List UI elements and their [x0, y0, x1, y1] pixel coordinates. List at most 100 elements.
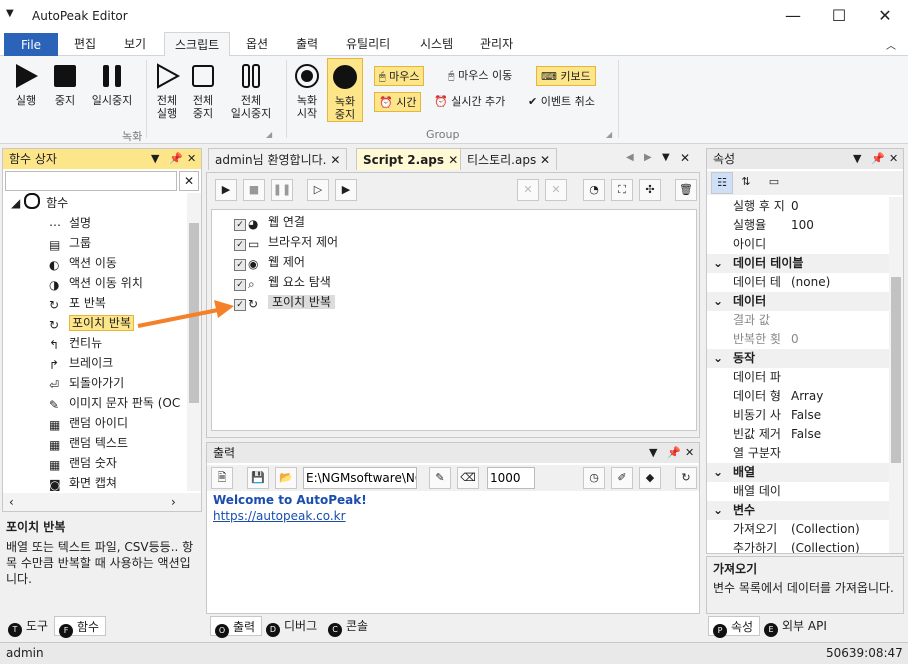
- dropdown-icon[interactable]: ▼: [151, 149, 159, 169]
- property-category[interactable]: ⌄ 배열: [707, 463, 889, 482]
- properties-scrollbar[interactable]: [889, 197, 903, 553]
- property-category[interactable]: ⌄ 데이터: [707, 292, 889, 311]
- expand-icon[interactable]: ◢: [11, 196, 20, 210]
- script-item-web-connect[interactable]: ✓ ◕ 웹 연결: [234, 212, 338, 232]
- checkbox[interactable]: ✓: [234, 279, 246, 291]
- close-tab-icon[interactable]: ✕: [540, 153, 550, 167]
- keyboard-toggle[interactable]: ⌨ 키보드: [536, 66, 596, 86]
- property-row[interactable]: 반복한 횟 0: [707, 330, 889, 349]
- property-category[interactable]: ⌄ 변수: [707, 501, 889, 520]
- function-search-input[interactable]: [5, 171, 177, 191]
- tree-item-ocr[interactable]: ✎ 이미지 문자 판독 (OC: [3, 393, 187, 413]
- property-row[interactable]: 비동기 사 False: [707, 406, 889, 425]
- property-value[interactable]: 0: [791, 197, 799, 216]
- property-category[interactable]: ⌄ 동작: [707, 349, 889, 368]
- tree-item-group[interactable]: ▤ 그룹: [3, 233, 187, 253]
- property-row[interactable]: 가져오기 (Collection): [707, 520, 889, 539]
- tab-external-api[interactable]: E 외부 API: [760, 616, 833, 637]
- tree-item-random-id[interactable]: ▦ 랜덤 아이디: [3, 413, 187, 433]
- script-item-web-control[interactable]: ✓ ◉ 웹 제어: [234, 252, 338, 272]
- dropdown-icon[interactable]: ▼: [649, 443, 657, 463]
- clock-icon[interactable]: ◷: [583, 467, 605, 489]
- tree-hscrollbar[interactable]: ‹ ›: [3, 493, 201, 511]
- checkbox[interactable]: ✓: [234, 259, 246, 271]
- close-icon[interactable]: ✕: [889, 149, 898, 169]
- realtime-add-button[interactable]: ⏰ 실시간 추가: [430, 92, 509, 112]
- property-row[interactable]: 데이터 파: [707, 368, 889, 387]
- tab-list-icon[interactable]: ▼: [662, 152, 670, 163]
- property-value[interactable]: (none): [791, 273, 830, 292]
- doc-tab-script2[interactable]: Script 2.aps ✕: [356, 148, 466, 170]
- pause-button[interactable]: 일시중지: [84, 62, 140, 107]
- run-step-button[interactable]: ▶: [335, 179, 357, 201]
- tab-options[interactable]: 옵션: [236, 32, 278, 56]
- sort-alpha-icon[interactable]: ⇅: [735, 172, 757, 194]
- eraser-icon[interactable]: ⌫: [457, 467, 479, 489]
- mouse-toggle[interactable]: 🖱 마우스: [374, 66, 425, 86]
- property-row[interactable]: 실행율 100: [707, 216, 889, 235]
- disable-button[interactable]: ✕: [517, 179, 539, 201]
- script-item-web-element-search[interactable]: ✓ ⌕ 웹 요소 탐색: [234, 272, 338, 292]
- pause-all-button[interactable]: 전체 일시중지: [222, 62, 280, 120]
- doc-tab-tistory[interactable]: 티스토리.aps ✕: [460, 148, 558, 170]
- expand-icon[interactable]: ⛶: [611, 179, 633, 201]
- tab-edit[interactable]: 편집: [64, 32, 106, 56]
- script-item-foreach-loop[interactable]: ✓ ↻ 포이치 반복: [234, 292, 338, 312]
- tab-system[interactable]: 시스템: [410, 32, 463, 56]
- timer-icon[interactable]: ◔: [583, 179, 605, 201]
- stop-script-button[interactable]: ■: [243, 179, 265, 201]
- property-row[interactable]: 배열 데이: [707, 482, 889, 501]
- line-count-input[interactable]: [487, 467, 535, 489]
- delete-icon[interactable]: 🗑: [675, 179, 697, 201]
- property-row[interactable]: 결과 값: [707, 311, 889, 330]
- tree-item-screen-capture[interactable]: ◙ 화면 캡쳐: [3, 473, 187, 491]
- checkbox[interactable]: ✓: [234, 219, 246, 231]
- stop-button[interactable]: 중지: [48, 62, 82, 107]
- close-icon[interactable]: ✕: [685, 443, 694, 463]
- tree-scrollbar[interactable]: [187, 193, 201, 491]
- property-value[interactable]: False: [791, 425, 821, 444]
- refresh-icon[interactable]: ↻: [675, 467, 697, 489]
- mouse-move-toggle[interactable]: 🖰 마우스 이동: [444, 66, 516, 86]
- property-row[interactable]: 데이터 테 (none): [707, 273, 889, 292]
- run-script-button[interactable]: ▶: [215, 179, 237, 201]
- close-button[interactable]: ✕: [862, 0, 908, 32]
- tab-admin[interactable]: 관리자: [470, 32, 523, 56]
- tab-utility[interactable]: 유틸리티: [336, 32, 400, 56]
- event-cancel-button[interactable]: ✔ 이벤트 취소: [524, 92, 599, 112]
- categorized-icon[interactable]: ☷: [711, 172, 733, 194]
- collapse-category-icon[interactable]: ⌄: [713, 254, 723, 273]
- group-launcher-icon[interactable]: ◢: [266, 130, 272, 139]
- record-stop-button[interactable]: 녹화 중지: [327, 58, 363, 122]
- property-value[interactable]: (Collection): [791, 520, 860, 539]
- property-row[interactable]: 아이디: [707, 235, 889, 254]
- pause-script-button[interactable]: ❚❚: [271, 179, 293, 201]
- property-row[interactable]: 빈값 제거 False: [707, 425, 889, 444]
- property-value[interactable]: (Collection): [791, 539, 860, 553]
- property-value[interactable]: Array: [791, 387, 823, 406]
- tab-properties[interactable]: P 속성: [708, 616, 761, 638]
- disable-all-button[interactable]: ✕: [545, 179, 567, 201]
- tab-tool[interactable]: T 도구: [4, 616, 54, 637]
- scroll-thumb[interactable]: [891, 277, 901, 463]
- pin-icon[interactable]: 📌: [871, 149, 885, 169]
- checkbox[interactable]: ✓: [234, 239, 246, 251]
- tab-console[interactable]: C 콘솔: [324, 616, 374, 637]
- tree-item-continue[interactable]: ↰ 컨티뉴: [3, 333, 187, 353]
- scroll-right-icon[interactable]: ▶: [644, 152, 652, 163]
- system-menu-icon[interactable]: ▼: [6, 8, 14, 19]
- brush-icon[interactable]: ✐: [611, 467, 633, 489]
- property-value[interactable]: 0: [791, 330, 799, 349]
- dropdown-icon[interactable]: ▼: [853, 149, 861, 169]
- clear-search-button[interactable]: ✕: [179, 171, 199, 191]
- property-value[interactable]: 100: [791, 216, 814, 235]
- close-tab-icon[interactable]: ✕: [330, 153, 340, 167]
- tree-item-return[interactable]: ⏎ 되돌아가기: [3, 373, 187, 393]
- stop-all-button[interactable]: 전체 중지: [186, 62, 220, 120]
- doc-tab-welcome[interactable]: admin님 환영합니다. ✕: [208, 148, 348, 170]
- run-from-button[interactable]: ▷: [307, 179, 329, 201]
- maximize-button[interactable]: ☐: [816, 0, 862, 32]
- paint-bucket-icon[interactable]: ◆: [639, 467, 661, 489]
- tree-item-random-number[interactable]: ▦ 랜덤 숫자: [3, 453, 187, 473]
- new-log-icon[interactable]: 🗎: [211, 467, 233, 489]
